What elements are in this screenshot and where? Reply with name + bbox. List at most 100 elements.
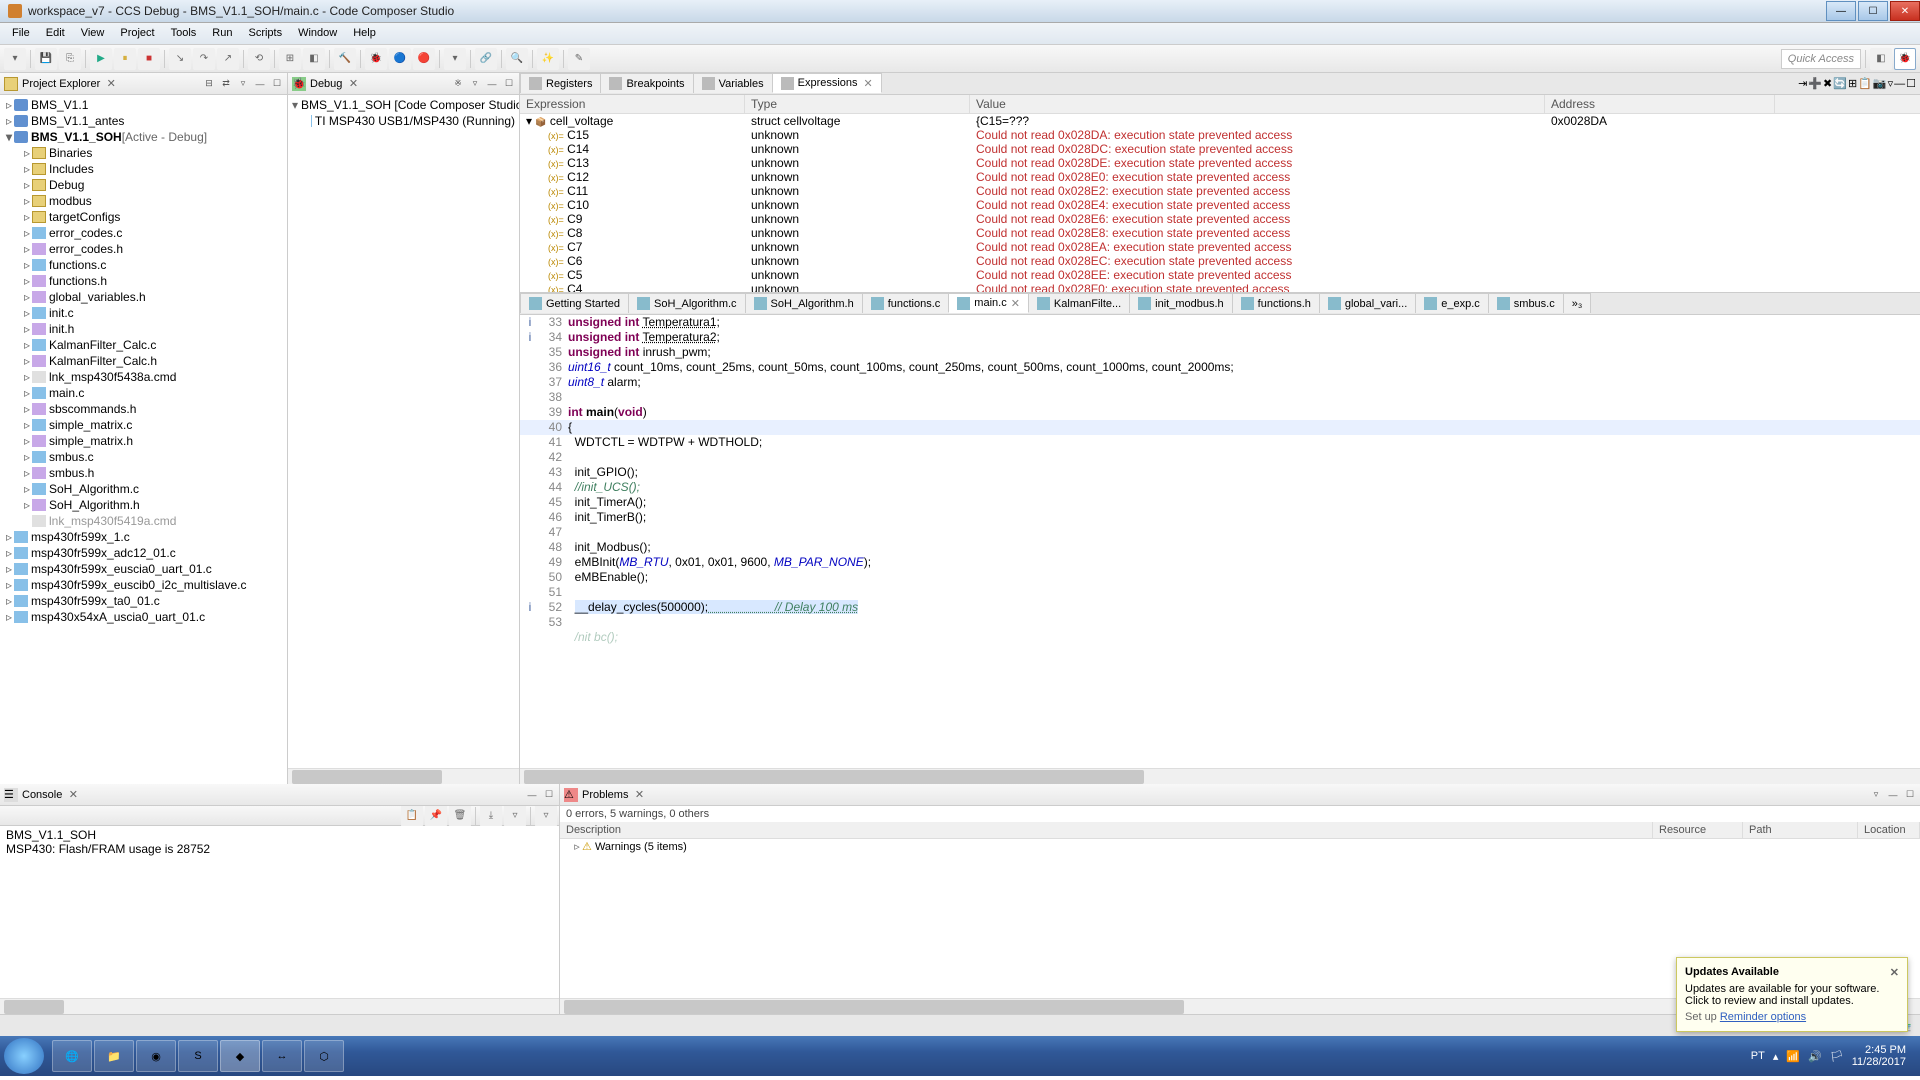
file-item[interactable]: ▹smbus.h xyxy=(0,465,287,481)
console-open-button[interactable]: ▿ xyxy=(535,805,557,827)
close-button[interactable]: ✕ xyxy=(1890,1,1920,21)
run-dropdown-button[interactable]: 🔵 xyxy=(389,48,411,70)
external-tools-button[interactable]: 🔴 xyxy=(413,48,435,70)
console-pin-button[interactable]: 📌 xyxy=(425,805,447,827)
file-item[interactable]: ▹error_codes.h xyxy=(0,241,287,257)
col-type[interactable]: Type xyxy=(745,95,970,113)
console-body[interactable]: BMS_V1.1_SOH MSP430: Flash/FRAM usage is… xyxy=(0,826,559,998)
file-item[interactable]: ▹SoH_Algorithm.h xyxy=(0,497,287,513)
expr-toolbar-button-2[interactable]: ✖ xyxy=(1823,77,1832,90)
code-line[interactable]: i34unsigned int Temperatura2; xyxy=(520,330,1920,345)
file-item[interactable]: ▹KalmanFilter_Calc.c xyxy=(0,337,287,353)
expression-row[interactable]: (x)= C4unknownCould not read 0x028F0: ex… xyxy=(520,282,1920,292)
file-item[interactable]: ▹lnk_msp430f5438a.cmd xyxy=(0,369,287,385)
debug-tree[interactable]: ▾BMS_V1.1_SOH [Code Composer Studio TI M… xyxy=(288,95,519,768)
menu-project[interactable]: Project xyxy=(112,23,162,44)
link-editor-button[interactable]: ⇄ xyxy=(218,76,234,92)
file-item[interactable]: ▹Debug xyxy=(0,177,287,193)
layout-button[interactable]: ◧ xyxy=(303,48,325,70)
expr-toolbar-button-5[interactable]: 📋 xyxy=(1858,77,1872,90)
expression-row[interactable]: ▾ 📦 cell_voltagestruct cellvoltage{C15=?… xyxy=(520,114,1920,128)
editor-tab[interactable]: init_modbus.h xyxy=(1129,293,1233,313)
popup-close-button[interactable]: ✕ xyxy=(1890,966,1899,979)
expression-row[interactable]: (x)= C12unknownCould not read 0x028E0: e… xyxy=(520,170,1920,184)
file-item[interactable]: ▹Includes xyxy=(0,161,287,177)
menu-view[interactable]: View xyxy=(73,23,113,44)
editor-tab[interactable]: SoH_Algorithm.h xyxy=(745,293,863,313)
project-item[interactable]: ▹BMS_V1.1 xyxy=(0,97,287,113)
expr-toolbar-button-8[interactable]: — xyxy=(1894,78,1905,90)
tab-registers[interactable]: Registers xyxy=(520,73,601,93)
debug-dropdown-button2[interactable]: ▿ xyxy=(467,76,483,92)
file-item[interactable]: ▹targetConfigs xyxy=(0,209,287,225)
project-item[interactable]: ▹BMS_V1.1_antes xyxy=(0,113,287,129)
problems-minimize-button[interactable]: — xyxy=(1885,787,1901,803)
step-over-button[interactable]: ↷ xyxy=(193,48,215,70)
maximize-view-button[interactable]: ☐ xyxy=(269,76,285,92)
minimize-view-button[interactable]: — xyxy=(252,76,268,92)
expression-row[interactable]: (x)= C11unknownCould not read 0x028E2: e… xyxy=(520,184,1920,198)
new-button[interactable]: ▾ xyxy=(4,48,26,70)
problems-dropdown-button[interactable]: ▿ xyxy=(1868,787,1884,803)
debug-menu-button[interactable]: ※ xyxy=(450,76,466,92)
minimize-button[interactable]: — xyxy=(1826,1,1856,21)
file-item[interactable]: ▹functions.c xyxy=(0,257,287,273)
tab-expressions[interactable]: Expressions✕ xyxy=(772,73,882,93)
editor-tab[interactable]: functions.c xyxy=(862,293,950,313)
view-menu-button[interactable]: ▿ xyxy=(235,76,251,92)
code-line[interactable]: i33unsigned int Temperatura1; xyxy=(520,315,1920,330)
perspective-ccs-edit-button[interactable]: ◧ xyxy=(1870,48,1892,70)
cube-taskbar-button[interactable]: ⬡ xyxy=(304,1040,344,1072)
console-maximize-button[interactable]: ☐ xyxy=(541,787,557,803)
project-item[interactable]: ▹msp430fr599x_1.c xyxy=(0,529,287,545)
warnings-group-row[interactable]: ▹ ⚠ Warnings (5 items) xyxy=(560,839,1920,854)
collapse-all-button[interactable]: ⊟ xyxy=(201,76,217,92)
file-item[interactable]: lnk_msp430f5419a.cmd xyxy=(0,513,287,529)
editor-tab[interactable]: functions.h xyxy=(1232,293,1320,313)
debug-item[interactable]: TI MSP430 USB1/MSP430 (Running) xyxy=(288,113,519,129)
project-explorer-close[interactable]: ✕ xyxy=(104,77,118,91)
col-value[interactable]: Value xyxy=(970,95,1545,113)
code-line[interactable]: i52 __delay_cycles(500000); // Delay 100… xyxy=(520,600,1920,615)
debug-close[interactable]: ✕ xyxy=(346,77,360,91)
col-path[interactable]: Path xyxy=(1743,822,1858,838)
expression-row[interactable]: (x)= C9unknownCould not read 0x028E6: ex… xyxy=(520,212,1920,226)
step-return-button[interactable]: ↗ xyxy=(217,48,239,70)
file-item[interactable]: ▹init.h xyxy=(0,321,287,337)
code-line[interactable]: 36uint16_t count_10ms, count_25ms, count… xyxy=(520,360,1920,375)
menu-help[interactable]: Help xyxy=(345,23,384,44)
file-item[interactable]: ▹SoH_Algorithm.c xyxy=(0,481,287,497)
editor-tab[interactable]: Getting Started xyxy=(520,293,629,313)
save-button[interactable]: 💾 xyxy=(35,48,57,70)
file-item[interactable]: ▹KalmanFilter_Calc.h xyxy=(0,353,287,369)
col-description[interactable]: Description xyxy=(560,822,1653,838)
debug-hscroll[interactable] xyxy=(288,768,519,784)
suspend-button[interactable]: ⏸ xyxy=(114,48,136,70)
tray-overflow-button[interactable]: ▴ xyxy=(1773,1050,1779,1063)
file-item[interactable]: ▹simple_matrix.h xyxy=(0,433,287,449)
debug-dropdown-button[interactable]: 🐞 xyxy=(365,48,387,70)
expression-row[interactable]: (x)= C15unknownCould not read 0x028DA: e… xyxy=(520,128,1920,142)
build-button[interactable]: 🔨 xyxy=(334,48,356,70)
debug-item[interactable]: ▾BMS_V1.1_SOH [Code Composer Studio xyxy=(288,97,519,113)
file-item[interactable]: ▹Binaries xyxy=(0,145,287,161)
file-item[interactable]: ▹main.c xyxy=(0,385,287,401)
file-item[interactable]: ▹modbus xyxy=(0,193,287,209)
step-into-button[interactable]: ↘ xyxy=(169,48,191,70)
code-line[interactable]: 43 init_GPIO(); xyxy=(520,465,1920,480)
ie-taskbar-button[interactable]: 🌐 xyxy=(52,1040,92,1072)
problems-maximize-button[interactable]: ☐ xyxy=(1902,787,1918,803)
expr-toolbar-button-0[interactable]: ⇥ xyxy=(1798,77,1807,90)
expr-toolbar-button-1[interactable]: ➕ xyxy=(1808,77,1822,90)
chrome-taskbar-button[interactable]: ◉ xyxy=(136,1040,176,1072)
resume-button[interactable]: ▶ xyxy=(90,48,112,70)
grid-button[interactable]: ⊞ xyxy=(279,48,301,70)
editor-tab[interactable]: KalmanFilte... xyxy=(1028,293,1130,313)
file-item[interactable]: ▹sbscommands.h xyxy=(0,401,287,417)
file-item[interactable]: ▹simple_matrix.c xyxy=(0,417,287,433)
code-line[interactable]: 40{ xyxy=(520,420,1920,435)
project-item[interactable]: ▹msp430fr599x_euscib0_i2c_multislave.c xyxy=(0,577,287,593)
problems-close[interactable]: ✕ xyxy=(632,788,646,802)
project-item[interactable]: ▹msp430fr599x_adc12_01.c xyxy=(0,545,287,561)
expr-toolbar-button-7[interactable]: ▿ xyxy=(1888,77,1894,90)
